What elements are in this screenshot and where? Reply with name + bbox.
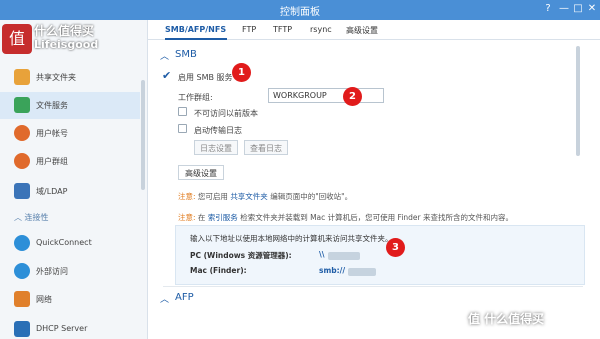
sidebar-item-domain-ldap[interactable]: 域/LDAP [0, 178, 140, 205]
tab-bar: SMB/AFP/NFS FTP TFTP rsync 高级设置 [148, 20, 600, 40]
note-index-service: 注意: 在 索引服务 检索文件夹并装载到 Mac 计算机后，您可使用 Finde… [178, 213, 513, 222]
sidebar-item-label: 域/LDAP [36, 187, 68, 196]
minimize-icon[interactable]: — [558, 3, 570, 14]
title-bar: 控制面板 ? — □ ✕ [0, 0, 600, 20]
sidebar-item-label: 网络 [36, 295, 52, 304]
note-recycle-bin: 注意: 您可启用 共享文件夹 编辑页面中的"回收站"。 [178, 192, 353, 201]
shared-folder-link[interactable]: 共享文件夹 [230, 192, 268, 201]
main-panel: ︿ SMB ✔ 启用 SMB 服务 工作群组: WORKGROUP 不可访问以前… [148, 41, 600, 339]
external-access-icon [14, 263, 30, 279]
index-service-link[interactable]: 索引服务 [208, 213, 238, 222]
workgroup-label: 工作群组: [178, 93, 213, 102]
user-icon [14, 125, 30, 141]
sidebar-item-external-access[interactable]: 外部访问 [0, 258, 140, 285]
tab-tftp[interactable]: TFTP [273, 25, 292, 34]
sidebar-item-file-services[interactable]: 文件服务 [0, 92, 140, 119]
redacted-path [328, 252, 360, 260]
sidebar-item-user-group[interactable]: 用户群组 [0, 148, 140, 175]
help-icon[interactable]: ? [542, 3, 554, 14]
mac-path: smb:// [319, 266, 346, 275]
access-intro-text: 输入以下地址以使用本地网络中的计算机来访问共享文件夹。 [190, 234, 393, 243]
checkmark-icon[interactable]: ✔ [162, 69, 171, 82]
domain-ldap-icon [14, 183, 30, 199]
sidebar-item-label: 用户群组 [36, 157, 68, 166]
dhcp-server-icon [14, 321, 30, 337]
section-smb-header[interactable]: SMB [175, 49, 197, 60]
sidebar-item-label: QuickConnect [36, 238, 92, 247]
advanced-settings-button[interactable]: 高级设置 [178, 165, 224, 180]
tab-smb-afp-nfs[interactable]: SMB/AFP/NFS [165, 25, 226, 34]
transfer-log-label: 启动传输日志 [194, 126, 242, 135]
sidebar-scrollbar[interactable] [141, 80, 145, 190]
redacted-path [348, 268, 376, 276]
file-services-icon [14, 97, 30, 113]
close-icon[interactable]: ✕ [586, 3, 598, 14]
sidebar-item-shared-folder[interactable]: 共享文件夹 [0, 64, 140, 91]
section-afp-header[interactable]: AFP [175, 292, 194, 303]
tab-advanced[interactable]: 高级设置 [346, 25, 378, 36]
network-icon [14, 291, 30, 307]
sidebar-item-quickconnect[interactable]: QuickConnect [0, 230, 140, 257]
quickconnect-icon [14, 235, 30, 251]
mac-label: Mac (Finder): [190, 266, 247, 275]
maximize-icon[interactable]: □ [572, 3, 584, 14]
tab-rsync[interactable]: rsync [310, 25, 332, 34]
annotation-badge: 1 [232, 63, 251, 82]
hide-previous-versions-checkbox[interactable] [178, 107, 187, 116]
user-group-icon [14, 153, 30, 169]
annotation-badge: 3 [386, 238, 405, 257]
sidebar-item-dhcp-server[interactable]: DHCP Server [0, 316, 140, 339]
sidebar-item-label: 用户帐号 [36, 129, 68, 138]
chevron-up-icon: ︿ [14, 213, 22, 222]
watermark-subtext: Lifeisgood [34, 38, 99, 51]
workgroup-input[interactable]: WORKGROUP [268, 88, 384, 103]
pc-path: \\ [319, 250, 325, 259]
log-settings-button[interactable]: 日志设置 [194, 140, 238, 155]
control-panel-window: 控制面板 ? — □ ✕ 共享文件夹 文件服务 用户帐号 用户群组 域/LDAP… [0, 0, 600, 339]
watermark-text: 什么值得买 [34, 24, 95, 38]
pc-label: PC (Windows 资源管理器): [190, 251, 292, 260]
section-divider [163, 286, 583, 287]
sidebar-item-label: 文件服务 [36, 101, 68, 110]
sidebar-item-user-account[interactable]: 用户帐号 [0, 120, 140, 147]
sidebar-item-label: 共享文件夹 [36, 73, 76, 82]
hide-previous-versions-label: 不可访问以前版本 [194, 109, 258, 118]
active-tab-indicator [165, 38, 227, 40]
sidebar-section-connectivity[interactable]: ︿ 连接性 [14, 212, 49, 223]
sidebar-item-label: DHCP Server [36, 324, 88, 333]
annotation-badge: 2 [343, 87, 362, 106]
enable-smb-label: 启用 SMB 服务 [178, 73, 233, 82]
sidebar: 共享文件夹 文件服务 用户帐号 用户群组 域/LDAP ︿ 连接性 QuickC… [0, 20, 148, 339]
view-log-button[interactable]: 查看日志 [244, 140, 288, 155]
access-info-box: 输入以下地址以使用本地网络中的计算机来访问共享文件夹。 PC (Windows … [175, 225, 585, 285]
folder-share-icon [14, 69, 30, 85]
sidebar-item-label: 外部访问 [36, 267, 68, 276]
transfer-log-checkbox[interactable] [178, 124, 187, 133]
chevron-up-icon[interactable]: ︿ [160, 49, 169, 62]
chevron-up-icon[interactable]: ︿ [160, 292, 169, 305]
tab-ftp[interactable]: FTP [242, 25, 256, 34]
watermark-bottom: 值 什么值得买 [468, 312, 545, 326]
main-scrollbar[interactable] [576, 46, 580, 156]
window-title: 控制面板 [280, 7, 320, 18]
watermark-logo: 值 [2, 24, 32, 54]
sidebar-item-network[interactable]: 网络 [0, 286, 140, 313]
